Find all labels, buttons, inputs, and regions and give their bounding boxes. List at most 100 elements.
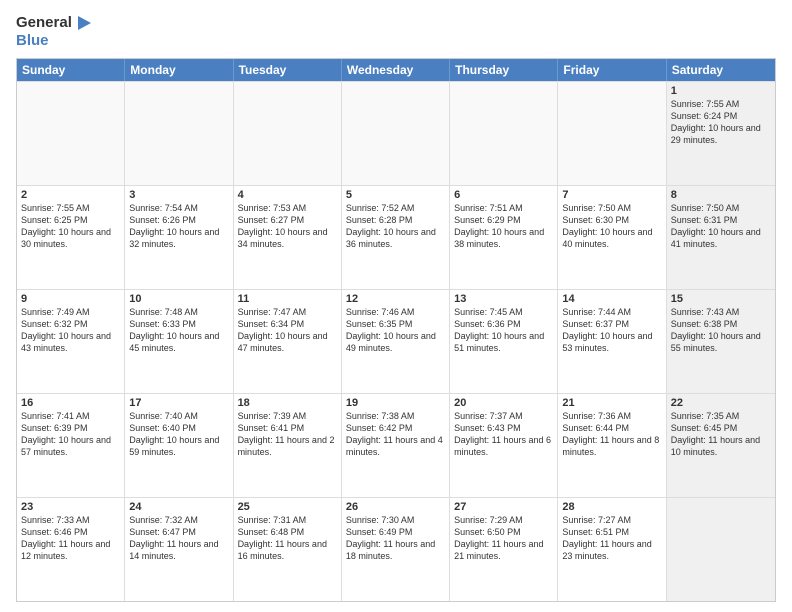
calendar-cell: 5Sunrise: 7:52 AM Sunset: 6:28 PM Daylig… [342,186,450,289]
day-number: 7 [562,189,661,201]
calendar-cell: 1Sunrise: 7:55 AM Sunset: 6:24 PM Daylig… [667,82,775,185]
calendar-cell: 20Sunrise: 7:37 AM Sunset: 6:43 PM Dayli… [450,394,558,497]
day-number: 20 [454,397,553,409]
cell-info-text: Sunrise: 7:45 AM Sunset: 6:36 PM Dayligh… [454,306,553,355]
day-number: 14 [562,293,661,305]
calendar-cell: 18Sunrise: 7:39 AM Sunset: 6:41 PM Dayli… [234,394,342,497]
logo-triangle-icon [73,14,91,32]
calendar-cell [125,82,233,185]
calendar-cell: 3Sunrise: 7:54 AM Sunset: 6:26 PM Daylig… [125,186,233,289]
calendar-cell: 11Sunrise: 7:47 AM Sunset: 6:34 PM Dayli… [234,290,342,393]
calendar-cell [234,82,342,185]
calendar-cell: 22Sunrise: 7:35 AM Sunset: 6:45 PM Dayli… [667,394,775,497]
cell-info-text: Sunrise: 7:49 AM Sunset: 6:32 PM Dayligh… [21,306,120,355]
calendar-header: SundayMondayTuesdayWednesdayThursdayFrid… [17,59,775,81]
cell-info-text: Sunrise: 7:30 AM Sunset: 6:49 PM Dayligh… [346,514,445,563]
calendar-cell [450,82,558,185]
cell-info-text: Sunrise: 7:46 AM Sunset: 6:35 PM Dayligh… [346,306,445,355]
day-number: 25 [238,501,337,513]
calendar-row-4: 16Sunrise: 7:41 AM Sunset: 6:39 PM Dayli… [17,393,775,497]
calendar: SundayMondayTuesdayWednesdayThursdayFrid… [16,58,776,602]
cell-info-text: Sunrise: 7:52 AM Sunset: 6:28 PM Dayligh… [346,202,445,251]
cell-info-text: Sunrise: 7:53 AM Sunset: 6:27 PM Dayligh… [238,202,337,251]
cell-info-text: Sunrise: 7:39 AM Sunset: 6:41 PM Dayligh… [238,410,337,459]
calendar-row-3: 9Sunrise: 7:49 AM Sunset: 6:32 PM Daylig… [17,289,775,393]
page: General Blue SundayMondayTuesdayWednesda… [0,0,792,612]
cell-info-text: Sunrise: 7:37 AM Sunset: 6:43 PM Dayligh… [454,410,553,459]
calendar-body: 1Sunrise: 7:55 AM Sunset: 6:24 PM Daylig… [17,81,775,601]
cell-info-text: Sunrise: 7:50 AM Sunset: 6:30 PM Dayligh… [562,202,661,251]
calendar-cell: 4Sunrise: 7:53 AM Sunset: 6:27 PM Daylig… [234,186,342,289]
day-number: 2 [21,189,120,201]
day-number: 8 [671,189,771,201]
day-number: 11 [238,293,337,305]
cell-info-text: Sunrise: 7:55 AM Sunset: 6:25 PM Dayligh… [21,202,120,251]
cell-info-text: Sunrise: 7:48 AM Sunset: 6:33 PM Dayligh… [129,306,228,355]
cell-info-text: Sunrise: 7:40 AM Sunset: 6:40 PM Dayligh… [129,410,228,459]
cell-info-text: Sunrise: 7:51 AM Sunset: 6:29 PM Dayligh… [454,202,553,251]
weekday-header-friday: Friday [558,59,666,81]
day-number: 24 [129,501,228,513]
cell-info-text: Sunrise: 7:36 AM Sunset: 6:44 PM Dayligh… [562,410,661,459]
day-number: 10 [129,293,228,305]
logo-text: General Blue [16,14,91,50]
logo: General Blue [16,14,91,50]
calendar-cell: 26Sunrise: 7:30 AM Sunset: 6:49 PM Dayli… [342,498,450,601]
calendar-cell: 7Sunrise: 7:50 AM Sunset: 6:30 PM Daylig… [558,186,666,289]
calendar-row-5: 23Sunrise: 7:33 AM Sunset: 6:46 PM Dayli… [17,497,775,601]
cell-info-text: Sunrise: 7:27 AM Sunset: 6:51 PM Dayligh… [562,514,661,563]
day-number: 27 [454,501,553,513]
calendar-cell: 14Sunrise: 7:44 AM Sunset: 6:37 PM Dayli… [558,290,666,393]
day-number: 15 [671,293,771,305]
cell-info-text: Sunrise: 7:47 AM Sunset: 6:34 PM Dayligh… [238,306,337,355]
calendar-cell [667,498,775,601]
calendar-cell: 17Sunrise: 7:40 AM Sunset: 6:40 PM Dayli… [125,394,233,497]
calendar-cell: 28Sunrise: 7:27 AM Sunset: 6:51 PM Dayli… [558,498,666,601]
calendar-cell [17,82,125,185]
calendar-cell: 10Sunrise: 7:48 AM Sunset: 6:33 PM Dayli… [125,290,233,393]
cell-info-text: Sunrise: 7:43 AM Sunset: 6:38 PM Dayligh… [671,306,771,355]
weekday-header-wednesday: Wednesday [342,59,450,81]
cell-info-text: Sunrise: 7:33 AM Sunset: 6:46 PM Dayligh… [21,514,120,563]
day-number: 3 [129,189,228,201]
calendar-cell: 15Sunrise: 7:43 AM Sunset: 6:38 PM Dayli… [667,290,775,393]
calendar-cell: 25Sunrise: 7:31 AM Sunset: 6:48 PM Dayli… [234,498,342,601]
day-number: 21 [562,397,661,409]
cell-info-text: Sunrise: 7:32 AM Sunset: 6:47 PM Dayligh… [129,514,228,563]
cell-info-text: Sunrise: 7:54 AM Sunset: 6:26 PM Dayligh… [129,202,228,251]
calendar-row-1: 1Sunrise: 7:55 AM Sunset: 6:24 PM Daylig… [17,81,775,185]
day-number: 12 [346,293,445,305]
day-number: 28 [562,501,661,513]
cell-info-text: Sunrise: 7:41 AM Sunset: 6:39 PM Dayligh… [21,410,120,459]
day-number: 22 [671,397,771,409]
weekday-header-tuesday: Tuesday [234,59,342,81]
day-number: 23 [21,501,120,513]
calendar-row-2: 2Sunrise: 7:55 AM Sunset: 6:25 PM Daylig… [17,185,775,289]
calendar-cell: 13Sunrise: 7:45 AM Sunset: 6:36 PM Dayli… [450,290,558,393]
calendar-cell [342,82,450,185]
cell-info-text: Sunrise: 7:31 AM Sunset: 6:48 PM Dayligh… [238,514,337,563]
calendar-cell: 8Sunrise: 7:50 AM Sunset: 6:31 PM Daylig… [667,186,775,289]
cell-info-text: Sunrise: 7:29 AM Sunset: 6:50 PM Dayligh… [454,514,553,563]
day-number: 4 [238,189,337,201]
cell-info-text: Sunrise: 7:38 AM Sunset: 6:42 PM Dayligh… [346,410,445,459]
calendar-cell: 21Sunrise: 7:36 AM Sunset: 6:44 PM Dayli… [558,394,666,497]
cell-info-text: Sunrise: 7:50 AM Sunset: 6:31 PM Dayligh… [671,202,771,251]
calendar-cell: 19Sunrise: 7:38 AM Sunset: 6:42 PM Dayli… [342,394,450,497]
calendar-cell: 27Sunrise: 7:29 AM Sunset: 6:50 PM Dayli… [450,498,558,601]
day-number: 5 [346,189,445,201]
weekday-header-saturday: Saturday [667,59,775,81]
calendar-cell: 6Sunrise: 7:51 AM Sunset: 6:29 PM Daylig… [450,186,558,289]
calendar-cell: 16Sunrise: 7:41 AM Sunset: 6:39 PM Dayli… [17,394,125,497]
header: General Blue [16,14,776,50]
day-number: 17 [129,397,228,409]
day-number: 13 [454,293,553,305]
day-number: 6 [454,189,553,201]
day-number: 18 [238,397,337,409]
day-number: 19 [346,397,445,409]
calendar-cell: 2Sunrise: 7:55 AM Sunset: 6:25 PM Daylig… [17,186,125,289]
day-number: 26 [346,501,445,513]
day-number: 9 [21,293,120,305]
weekday-header-thursday: Thursday [450,59,558,81]
calendar-cell: 9Sunrise: 7:49 AM Sunset: 6:32 PM Daylig… [17,290,125,393]
